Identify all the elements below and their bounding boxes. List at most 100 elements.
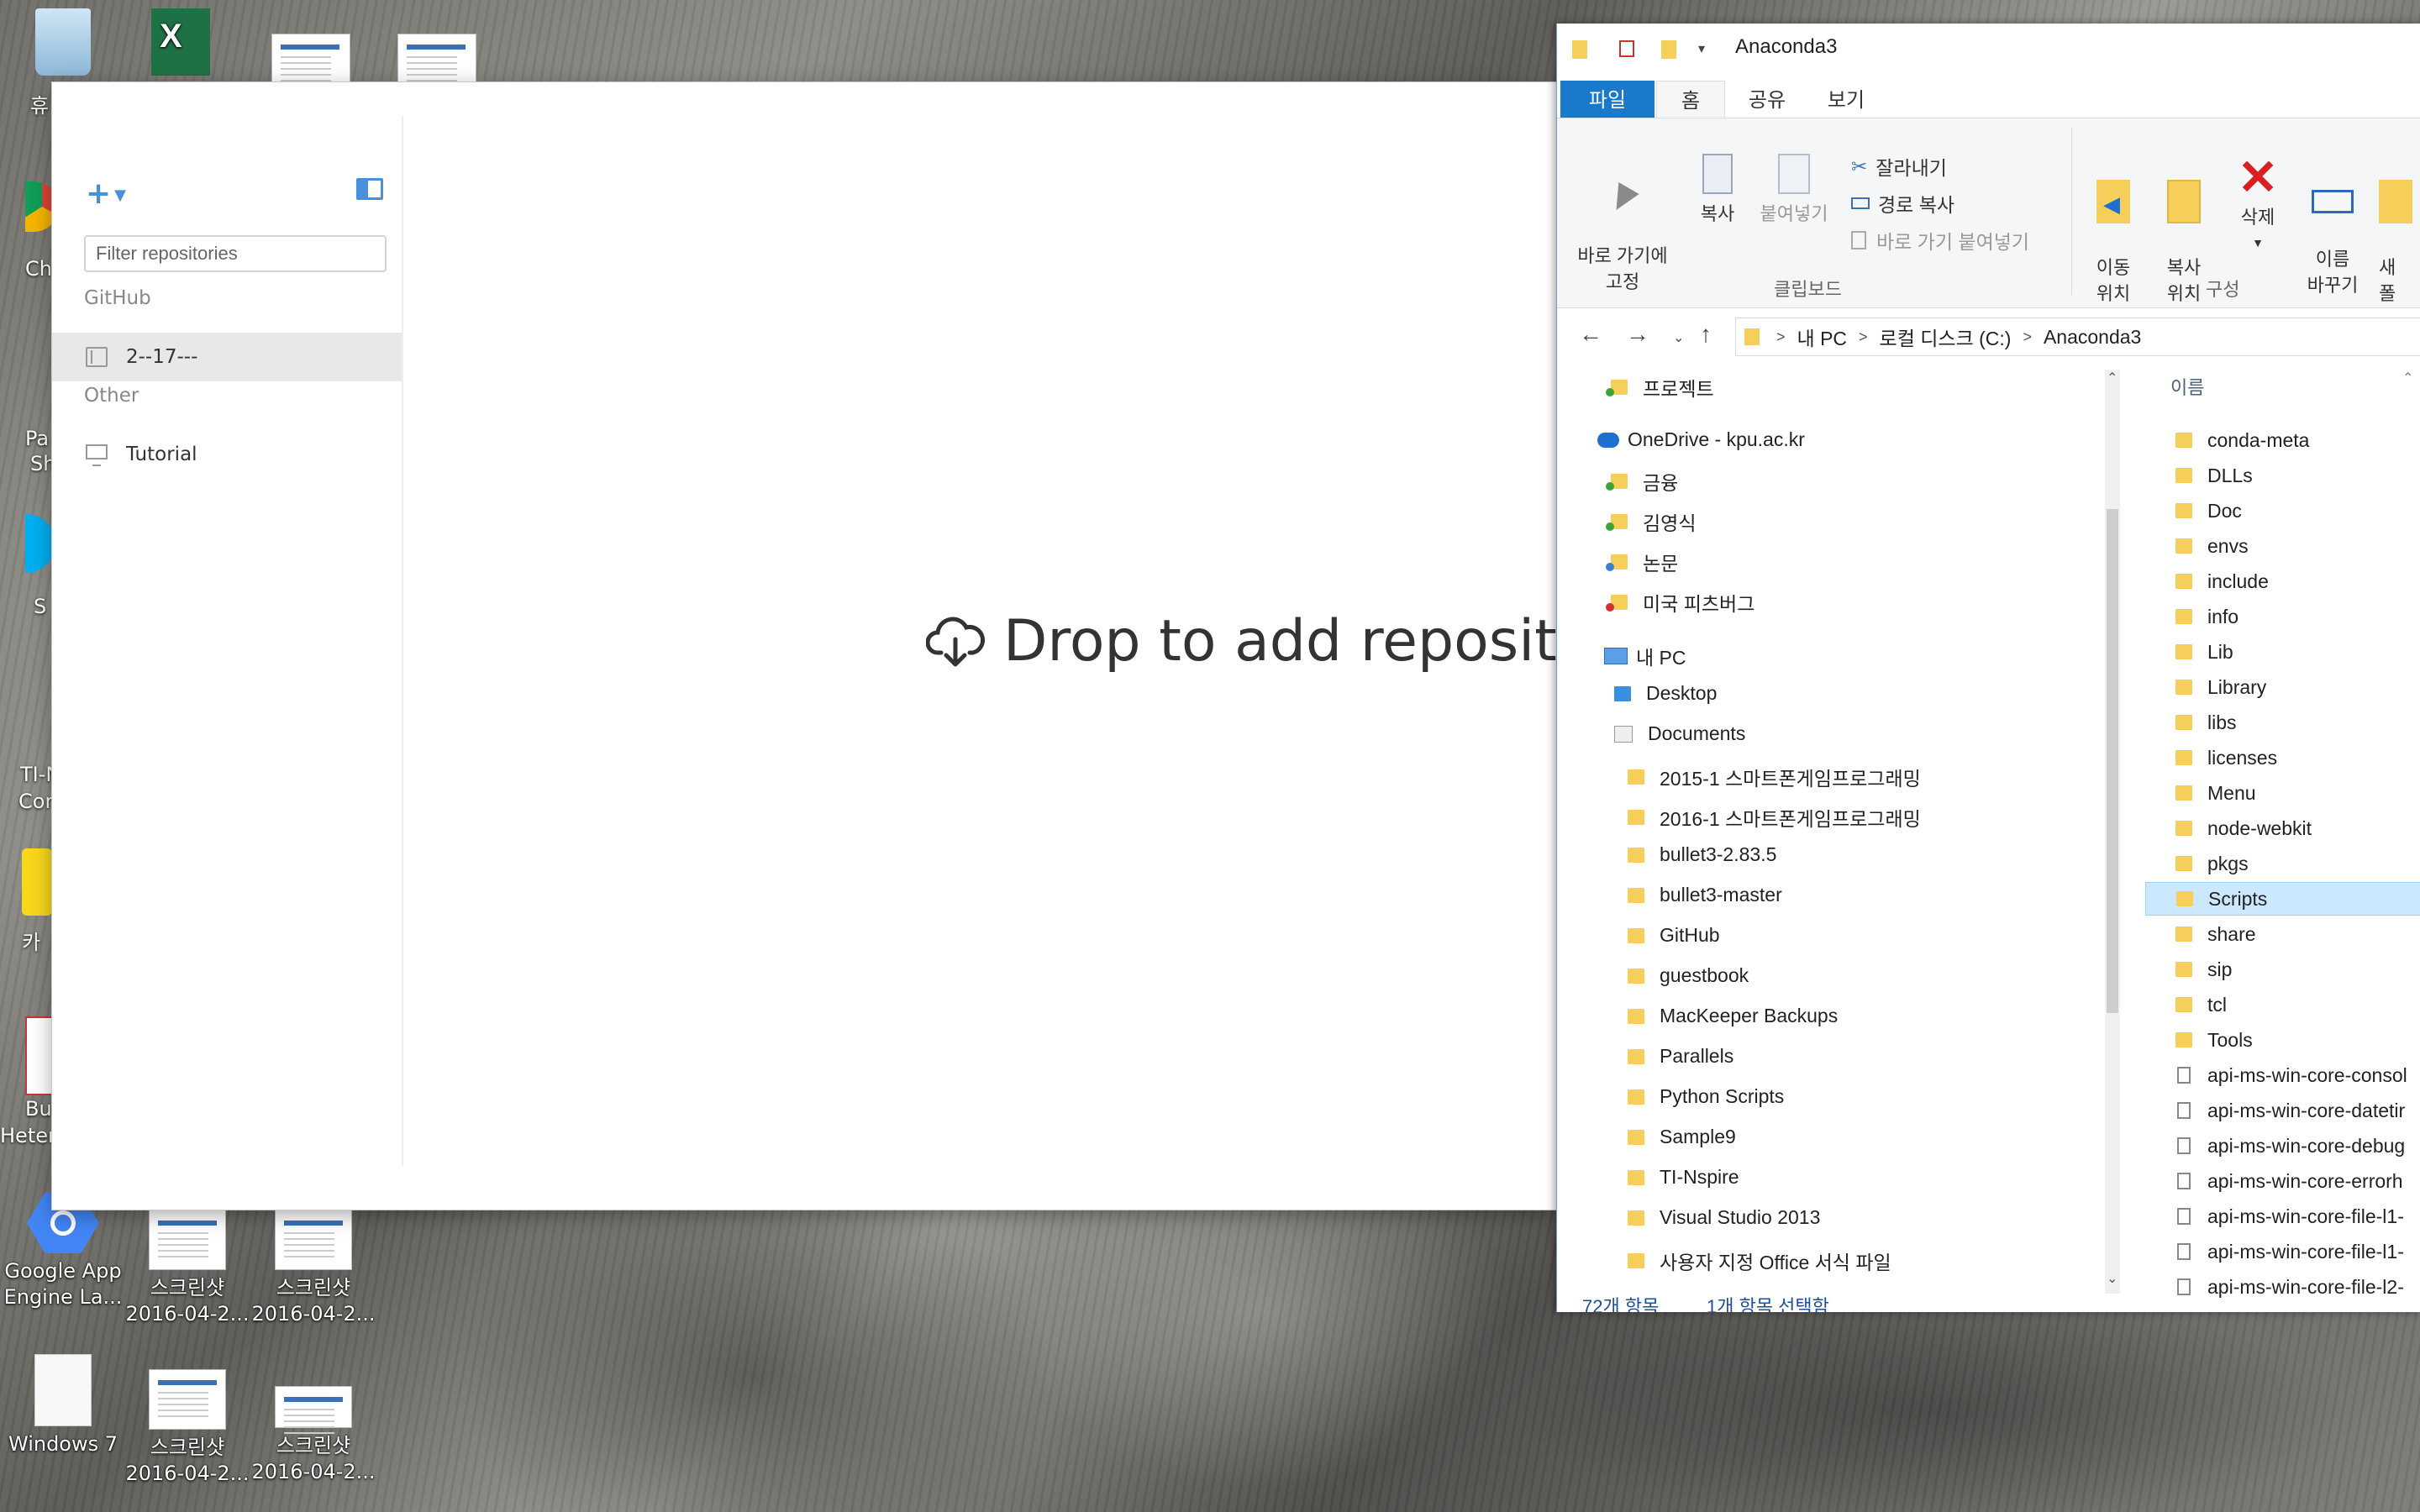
nav-item[interactable]: Python Scripts <box>1628 1085 1784 1108</box>
file-row[interactable]: Lib <box>2145 635 2420 669</box>
file-row[interactable]: Menu <box>2145 776 2420 810</box>
nav-item-label: TI-Nspire <box>1660 1166 1739 1188</box>
repo-item[interactable]: 2--17--- <box>52 333 402 381</box>
screenshot-thumb-top-1[interactable] <box>269 34 353 87</box>
file-row[interactable]: tcl <box>2145 988 2420 1021</box>
nav-item[interactable]: 김영식 <box>1606 507 1696 536</box>
forward-arrow-icon[interactable]: → <box>1626 321 1649 348</box>
nav-item[interactable]: Visual Studio 2013 <box>1628 1206 1820 1229</box>
file-row[interactable]: share <box>2145 917 2420 951</box>
desktop-icon-screenshot-4[interactable]: 스크린샷 2016-04-2... <box>250 1386 376 1485</box>
file-row[interactable]: licenses <box>2145 741 2420 774</box>
nav-item[interactable]: guestbook <box>1628 964 1749 987</box>
file-row[interactable]: libs <box>2145 706 2420 739</box>
nav-item[interactable]: 사용자 지정 Office 서식 파일 <box>1628 1247 1891 1275</box>
copy-icon <box>1702 154 1733 194</box>
file-row[interactable]: api-ms-win-core-errorh <box>2145 1164 2420 1198</box>
file-row[interactable]: pkgs <box>2145 847 2420 880</box>
nav-item[interactable]: MacKeeper Backups <box>1628 1005 1838 1027</box>
new-folder-quick-icon[interactable] <box>1661 40 1676 63</box>
file-name: Tools <box>2207 1028 2253 1051</box>
nav-item[interactable]: GitHub <box>1628 924 1720 947</box>
tab-view[interactable]: 보기 <box>1812 81 1880 123</box>
breadcrumb-local-disk[interactable]: 로컬 디스크 (C:) <box>1880 323 2012 351</box>
copy-path-button[interactable]: 경로 복사 <box>1851 189 1954 218</box>
customize-toolbar-icon[interactable]: ▾ <box>1698 40 1705 57</box>
back-arrow-icon[interactable]: ← <box>1579 321 1602 348</box>
copy-button[interactable]: 복사 <box>1688 154 1747 227</box>
nav-item[interactable]: 프로젝트 <box>1606 373 1714 402</box>
file-row[interactable]: conda-meta <box>2145 423 2420 457</box>
nav-item[interactable]: Desktop <box>1614 682 1717 705</box>
recycle-bin-icon[interactable] <box>25 8 101 81</box>
move-to-button[interactable]: ◀ 이동 위치 <box>2080 154 2147 307</box>
delete-button[interactable]: ✕ 삭제 ▼ <box>2226 154 2290 256</box>
excel-icon[interactable]: X <box>143 8 218 81</box>
file-row[interactable]: Doc <box>2145 494 2420 528</box>
nav-item[interactable]: Sample9 <box>1628 1126 1736 1148</box>
nav-item[interactable]: Parallels <box>1628 1045 1733 1068</box>
nav-item[interactable]: bullet3-master <box>1628 884 1782 906</box>
nav-item[interactable]: 논문 <box>1606 548 1678 576</box>
cut-button[interactable]: ✂ 잘라내기 <box>1851 152 1947 181</box>
file-row[interactable]: DLLs <box>2145 459 2420 492</box>
file-row[interactable]: api-ms-win-core-debug <box>2145 1129 2420 1163</box>
nav-item[interactable]: 미국 피츠버그 <box>1606 588 1754 617</box>
filter-repositories-input[interactable] <box>84 235 387 272</box>
nav-item[interactable]: TI-Nspire <box>1628 1166 1739 1189</box>
nav-item[interactable]: 2015-1 스마트폰게임프로그래밍 <box>1628 763 1921 791</box>
tab-share[interactable]: 공유 <box>1733 81 1801 123</box>
file-row[interactable]: node-webkit <box>2145 811 2420 845</box>
copy-path-label: 경로 복사 <box>1878 194 1955 216</box>
pdf-icon[interactable] <box>25 1016 54 1095</box>
desktop-icon-screenshot-2[interactable]: 스크린샷 2016-04-2... <box>250 1210 376 1327</box>
file-row[interactable]: Library <box>2145 670 2420 704</box>
move-to-label: 이동 위치 <box>2096 257 2131 304</box>
nav-item[interactable]: OneDrive - kpu.ac.kr <box>1597 428 1805 451</box>
scroll-down-icon[interactable]: ⌄ <box>2107 1270 2118 1287</box>
breadcrumb-anaconda[interactable]: Anaconda3 <box>2044 326 2141 349</box>
file-row[interactable]: Tools <box>2145 1023 2420 1057</box>
repo-item[interactable]: Tutorial <box>52 430 402 479</box>
nav-item[interactable]: Documents <box>1614 722 1745 745</box>
nav-item[interactable]: bullet3-2.83.5 <box>1628 843 1776 866</box>
file-row-selected[interactable]: Scripts <box>2145 882 2420 916</box>
properties-icon[interactable] <box>1619 40 1634 61</box>
add-repository-button[interactable]: + ▼ <box>86 176 126 211</box>
nav-item[interactable]: 2016-1 스마트폰게임프로그래밍 <box>1628 803 1921 832</box>
scroll-up-icon[interactable]: ⌃ <box>2107 370 2118 386</box>
screenshot-thumb-top-2[interactable] <box>395 34 479 87</box>
recent-chevron-icon[interactable]: ⌄ <box>1673 329 1684 346</box>
column-header-name[interactable]: 이름 <box>2170 373 2204 400</box>
desktop-folder-icon <box>1614 685 1631 701</box>
file-row[interactable]: api-ms-win-core-file-l1- <box>2145 1235 2420 1268</box>
kakao-icon[interactable] <box>22 848 52 916</box>
group-clipboard-label: 클립보드 <box>1774 279 1842 300</box>
file-row[interactable]: envs <box>2145 529 2420 563</box>
file-row[interactable]: include <box>2145 564 2420 598</box>
desktop-icon-windows7[interactable]: Windows 7 <box>0 1354 126 1457</box>
nav-scrollbar-thumb[interactable] <box>2107 509 2118 1013</box>
sidebar-toggle-icon[interactable] <box>356 178 383 200</box>
desktop-icon-screenshot-1[interactable]: 스크린샷 2016-04-2... <box>124 1210 250 1327</box>
rename-button[interactable]: 이름 바꾸기 <box>2296 154 2369 298</box>
pin-quick-access-button[interactable]: 바로 가기에 고정 <box>1564 160 1681 295</box>
tab-file[interactable]: 파일 <box>1560 81 1655 123</box>
file-row[interactable]: info <box>2145 600 2420 633</box>
nav-item[interactable]: 금융 <box>1606 467 1678 496</box>
file-row[interactable]: api-ms-win-core-consol <box>2145 1058 2420 1092</box>
file-name: conda-meta <box>2207 428 2310 451</box>
breadcrumb-pc[interactable]: 내 PC <box>1797 323 1848 351</box>
desktop-icon-google-app-engine[interactable]: Google App Engine La... <box>0 1193 126 1310</box>
paste-shortcut-button: 바로 가기 붙여넣기 <box>1851 226 2029 255</box>
nav-item[interactable]: 내 PC <box>1604 642 1686 670</box>
file-row[interactable]: api-ms-win-core-file-l1- <box>2145 1200 2420 1233</box>
address-path[interactable]: > 내 PC > 로컬 디스크 (C:) > Anaconda3 <box>1735 318 2420 356</box>
folder-icon <box>1628 927 1644 943</box>
up-arrow-icon[interactable]: ↑ <box>1700 321 1712 348</box>
desktop-icon-screenshot-3[interactable]: 스크린샷 2016-04-2... <box>124 1369 250 1487</box>
file-row[interactable]: sip <box>2145 953 2420 986</box>
file-row[interactable]: api-ms-win-core-datetir <box>2145 1094 2420 1127</box>
new-folder-button-clipped[interactable]: 새 폴 <box>2379 154 2420 307</box>
github-desktop-window: +▼ GitHub 2--17--- Other Tutorial Drop t… <box>52 82 1615 1210</box>
